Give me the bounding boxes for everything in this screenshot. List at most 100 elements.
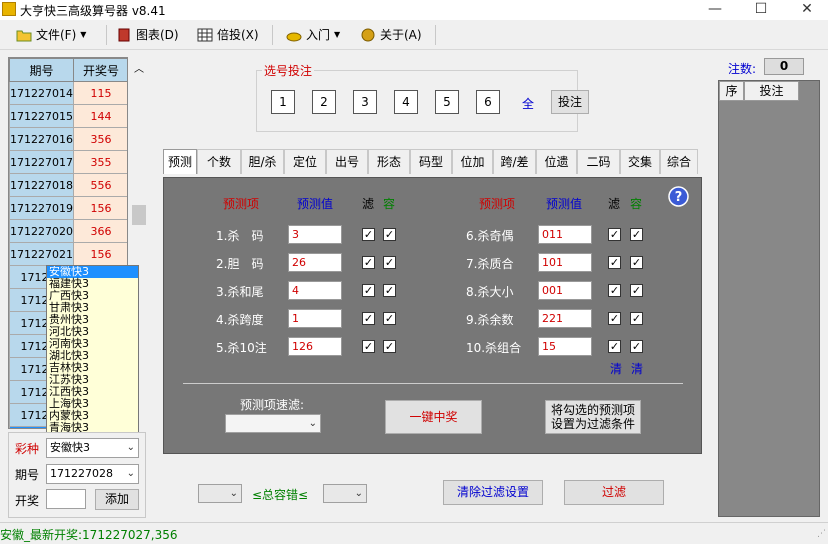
minimize-button[interactable]: — [692, 0, 738, 20]
tab-7[interactable]: 位加 [452, 149, 493, 174]
maximize-button[interactable]: ☐ [738, 0, 784, 20]
tab-12[interactable]: 综合 [660, 149, 698, 174]
filter-checkbox[interactable]: ✓ [362, 228, 375, 241]
number-button-5[interactable]: 5 [435, 90, 459, 114]
add-button[interactable]: 添加 [95, 489, 139, 510]
table-row[interactable]: 171227021 156 [9, 242, 127, 266]
predict-value-right-1[interactable]: 101 [538, 253, 592, 272]
tolerance-checkbox[interactable]: ✓ [630, 256, 643, 269]
number-button-4[interactable]: 4 [394, 90, 418, 114]
period-cell[interactable]: 171227021 [9, 242, 74, 266]
period-cell[interactable]: 171227019 [9, 196, 74, 220]
tab-5[interactable]: 形态 [368, 149, 410, 174]
tolerance-checkbox[interactable]: ✓ [630, 340, 643, 353]
number-button-2[interactable]: 2 [312, 90, 336, 114]
period-cell[interactable]: 171227020 [9, 219, 74, 243]
one-click-button[interactable]: 一键中奖 [385, 400, 482, 434]
resize-grip-icon[interactable]: ⋰ [817, 529, 826, 539]
draw-cell[interactable]: 355 [73, 150, 127, 174]
table-row[interactable]: 171227018 556 [9, 173, 127, 197]
tolerance-checkbox[interactable]: ✓ [383, 284, 396, 297]
filter-checkbox[interactable]: ✓ [362, 284, 375, 297]
filter-checkbox[interactable]: ✓ [608, 228, 621, 241]
quick-filter-select[interactable]: ⌄ [225, 414, 321, 433]
filter-checkbox[interactable]: ✓ [608, 312, 621, 325]
lottery-select[interactable]: 安徽快3 ⌄ [46, 438, 139, 458]
column-header-period[interactable]: 期号 [9, 58, 74, 82]
help-icon[interactable]: ? [668, 186, 689, 207]
tab-4[interactable]: 出号 [326, 149, 368, 174]
predict-value-right-0[interactable]: 011 [538, 225, 592, 244]
draw-input[interactable] [46, 489, 86, 509]
predict-value-left-3[interactable]: 1 [288, 309, 342, 328]
table-row[interactable]: 171227020 366 [9, 219, 127, 243]
file-menu-button[interactable]: 文件(F) ▼ [16, 24, 86, 46]
tab-6[interactable]: 码型 [410, 149, 452, 174]
draw-cell[interactable]: 156 [73, 196, 127, 220]
tab-0[interactable]: 预测 [163, 149, 197, 174]
period-cell[interactable]: 171227016 [9, 127, 74, 151]
column-header-bet[interactable]: 投注 [744, 81, 799, 101]
filter-checkbox[interactable]: ✓ [362, 340, 375, 353]
table-row[interactable]: 171227019 156 [9, 196, 127, 220]
period-cell[interactable]: 171227015 [9, 104, 74, 128]
set-filter-button[interactable]: 将勾选的预测项 设置为过滤条件 [545, 400, 641, 434]
filter-checkbox[interactable]: ✓ [608, 256, 621, 269]
tab-3[interactable]: 定位 [284, 149, 326, 174]
predict-value-right-3[interactable]: 221 [538, 309, 592, 328]
multiply-button[interactable]: 倍投(X) [197, 24, 259, 46]
clear-tolerance-link[interactable]: 清 [631, 360, 643, 377]
column-header-draw[interactable]: 开奖号 [73, 58, 127, 82]
lottery-dropdown-list[interactable]: 安徽快3 福建快3 广西快3 甘肃快3 贵州快3 河北快3 河南快3 湖北快3 吉林快3 江苏快3… [46, 265, 139, 437]
draw-cell[interactable]: 156 [73, 242, 127, 266]
number-button-1[interactable]: 1 [271, 90, 295, 114]
filter-checkbox[interactable]: ✓ [608, 284, 621, 297]
tolerance-checkbox[interactable]: ✓ [630, 228, 643, 241]
tab-11[interactable]: 交集 [620, 149, 660, 174]
draw-cell[interactable]: 356 [73, 127, 127, 151]
number-button-6[interactable]: 6 [476, 90, 500, 114]
predict-value-left-4[interactable]: 126 [288, 337, 342, 356]
tab-8[interactable]: 跨/差 [493, 149, 536, 174]
chart-button[interactable]: 图表(D) [116, 24, 179, 46]
intro-menu-button[interactable]: 入门 ▼ [286, 24, 340, 46]
tab-1[interactable]: 个数 [197, 149, 241, 174]
max-tolerance-select[interactable]: ⌄ [323, 484, 367, 503]
tolerance-checkbox[interactable]: ✓ [383, 256, 396, 269]
select-all-link[interactable]: 全 [522, 95, 534, 112]
filter-checkbox[interactable]: ✓ [608, 340, 621, 353]
draw-cell[interactable]: 556 [73, 173, 127, 197]
tab-2[interactable]: 胆/杀 [241, 149, 284, 174]
column-header-seq[interactable]: 序 [719, 81, 744, 101]
tab-10[interactable]: 二码 [577, 149, 620, 174]
bet-button[interactable]: 投注 [551, 90, 589, 114]
tolerance-checkbox[interactable]: ✓ [383, 312, 396, 325]
clear-filter-link[interactable]: 清 [610, 360, 622, 377]
tolerance-checkbox[interactable]: ✓ [630, 312, 643, 325]
tolerance-checkbox[interactable]: ✓ [383, 340, 396, 353]
about-button[interactable]: 关于(A) [360, 24, 422, 46]
table-row[interactable]: 171227017 355 [9, 150, 127, 174]
close-button[interactable]: ✕ [784, 0, 828, 20]
predict-value-left-0[interactable]: 3 [288, 225, 342, 244]
period-cell[interactable]: 171227017 [9, 150, 74, 174]
predict-value-right-4[interactable]: 15 [538, 337, 592, 356]
filter-button[interactable]: 过滤 [564, 480, 664, 505]
scroll-thumb[interactable] [132, 205, 146, 225]
predict-value-left-2[interactable]: 4 [288, 281, 342, 300]
min-tolerance-select[interactable]: ⌄ [198, 484, 242, 503]
draw-cell[interactable]: 115 [73, 81, 127, 105]
draw-cell[interactable]: 144 [73, 104, 127, 128]
draw-cell[interactable]: 366 [73, 219, 127, 243]
table-row[interactable]: 171227014 115 [9, 81, 127, 105]
scroll-up-icon[interactable]: ︿ [134, 60, 144, 75]
tolerance-checkbox[interactable]: ✓ [383, 228, 396, 241]
predict-value-left-1[interactable]: 26 [288, 253, 342, 272]
filter-checkbox[interactable]: ✓ [362, 256, 375, 269]
tolerance-checkbox[interactable]: ✓ [630, 284, 643, 297]
period-select[interactable]: 171227028 ⌄ [46, 464, 139, 484]
number-button-3[interactable]: 3 [353, 90, 377, 114]
table-row[interactable]: 171227016 356 [9, 127, 127, 151]
bet-list[interactable] [718, 80, 820, 517]
filter-checkbox[interactable]: ✓ [362, 312, 375, 325]
